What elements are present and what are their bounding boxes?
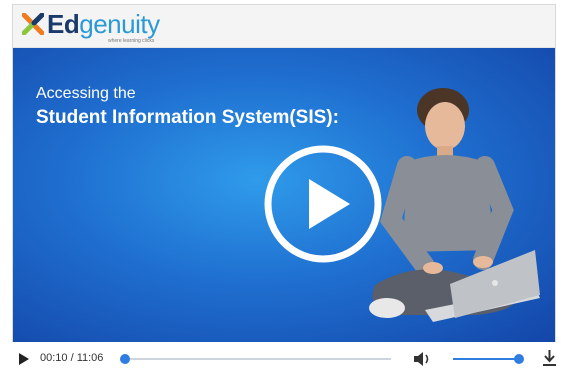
progress-knob[interactable] [120,354,131,364]
player-controls: 00:10 / 11:06 [12,344,561,372]
logo-bar: Edgenuity where learning clicks [13,5,555,48]
play-icon[interactable] [18,353,30,365]
logo-wordmark: Edgenuity [47,10,160,38]
logo-wordmark-genuity: genuity [79,9,160,39]
video-player-frame: Edgenuity where learning clicks Accessin… [12,4,556,342]
video-area[interactable]: Accessing the Student Information System… [13,48,555,342]
volume-knob[interactable] [514,354,524,364]
student-with-laptop-image [369,88,540,322]
video-title-line1: Accessing the [36,85,136,102]
volume-slider[interactable] [453,354,524,364]
big-play-button[interactable] [264,145,382,263]
edgenuity-x-logo-icon [22,13,44,35]
download-icon[interactable] [543,350,556,366]
logo-tagline: where learning clicks [108,38,155,44]
volume-fill [453,358,519,360]
logo-wordmark-ed: Ed [47,9,80,39]
progress-bar[interactable] [120,354,391,364]
video-title-line2: Student Information System(SIS): [36,107,339,128]
volume-icon[interactable] [413,351,431,367]
time-display: 00:10 / 11:06 [40,352,104,364]
